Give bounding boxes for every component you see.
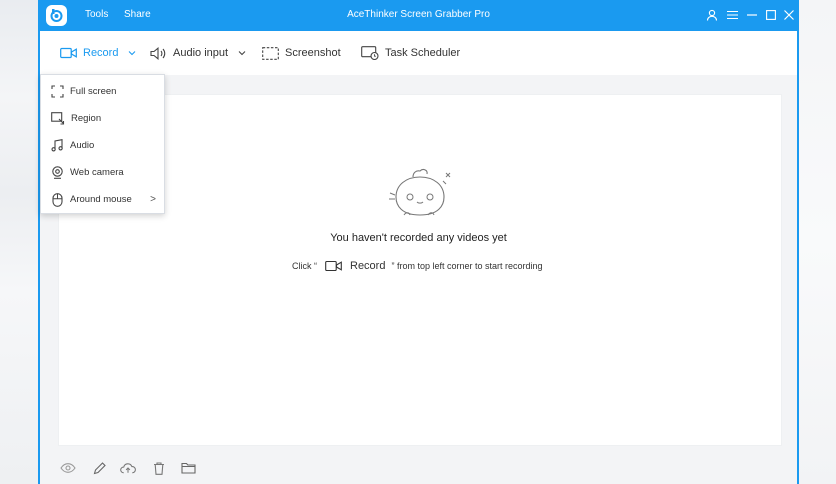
fullscreen-icon: [51, 85, 64, 98]
hint-suffix: ” from top left corner to start recordin…: [391, 261, 543, 271]
empty-state-title: You haven't recorded any videos yet: [330, 232, 507, 244]
scheduler-icon: [361, 46, 379, 60]
menu-item-web-camera[interactable]: Web camera: [41, 159, 164, 186]
music-note-icon: [51, 139, 64, 152]
menu-item-label: Web camera: [70, 167, 124, 178]
menu-item-label: Full screen: [70, 86, 117, 97]
pencil-icon[interactable]: [91, 460, 107, 476]
hint-prefix: Click “: [292, 261, 317, 271]
trash-icon[interactable]: [151, 460, 167, 476]
app-window: Tools Share AceThinker Screen Grabber Pr…: [38, 0, 799, 484]
close-icon[interactable]: [782, 7, 796, 23]
audio-input-button[interactable]: Audio input: [150, 45, 246, 61]
menu-item-around-mouse[interactable]: Around mouse >: [41, 186, 164, 213]
submenu-arrow-icon: >: [150, 194, 156, 205]
title-bar: Tools Share AceThinker Screen Grabber Pr…: [40, 0, 797, 31]
webcam-icon: [51, 166, 64, 179]
video-camera-icon: [325, 260, 342, 272]
record-mode-menu: Full screen Region Audio Web camera Arou…: [40, 74, 165, 214]
toolbar: Record Audio input Screenshot Task Sched…: [40, 31, 797, 75]
desktop-background-right: [798, 0, 836, 484]
screenshot-label: Screenshot: [285, 47, 341, 59]
menu-item-full-screen[interactable]: Full screen: [41, 78, 164, 105]
menu-item-region[interactable]: Region: [41, 105, 164, 132]
task-scheduler-label: Task Scheduler: [385, 47, 461, 59]
screenshot-icon: [262, 46, 279, 60]
screenshot-button[interactable]: Screenshot: [262, 45, 341, 61]
menu-item-label: Around mouse: [70, 194, 132, 205]
chevron-down-icon: [128, 50, 136, 56]
empty-state-mascot-icon: [386, 167, 456, 223]
hint-record: Record: [350, 260, 386, 272]
menu-item-label: Audio: [70, 140, 95, 151]
task-scheduler-button[interactable]: Task Scheduler: [361, 45, 460, 61]
folder-icon[interactable]: [180, 460, 196, 476]
menu-item-label: Region: [71, 113, 102, 124]
chevron-down-icon: [238, 50, 246, 56]
user-icon[interactable]: [705, 7, 719, 23]
region-icon: [51, 112, 65, 125]
menu-lines-icon[interactable]: [725, 7, 739, 23]
mouse-icon: [51, 192, 64, 207]
desktop-background-left: [0, 0, 38, 484]
cloud-upload-icon[interactable]: [120, 460, 136, 476]
record-label: Record: [83, 47, 119, 59]
speaker-icon: [150, 46, 167, 60]
maximize-icon[interactable]: [764, 7, 778, 23]
empty-state-hint: Click “ Record ” from top left corner to…: [292, 258, 543, 274]
minimize-icon[interactable]: [745, 7, 759, 23]
eye-icon[interactable]: [60, 460, 76, 476]
record-button[interactable]: Record: [60, 45, 136, 61]
bottom-bar: [40, 454, 797, 484]
audio-input-label: Audio input: [173, 47, 229, 59]
window-title: AceThinker Screen Grabber Pro: [347, 9, 490, 20]
video-camera-icon: [60, 47, 77, 59]
menu-item-audio[interactable]: Audio: [41, 132, 164, 159]
